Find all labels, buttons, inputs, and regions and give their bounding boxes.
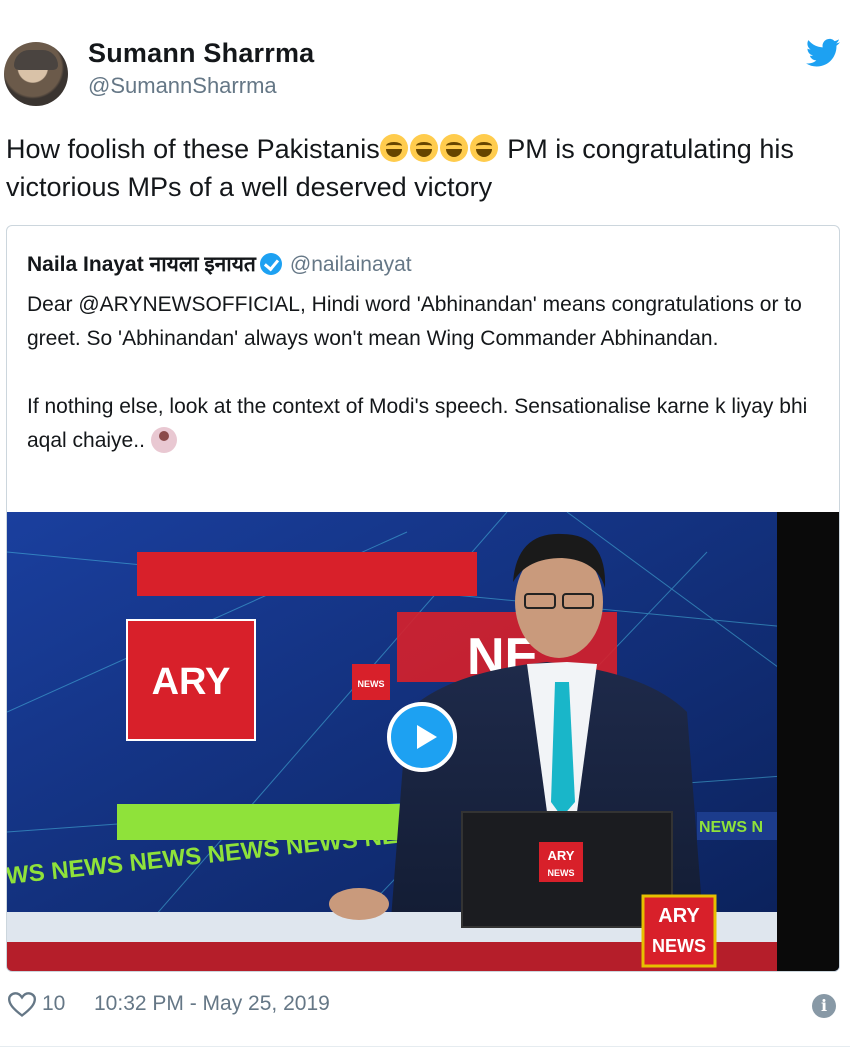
quoted-tweet-text: Dear @ARYNEWSOFFICIAL, Hindi word 'Abhin…	[27, 288, 827, 458]
right-ticker: NEWS N	[699, 819, 763, 836]
ary-logo-text: ARY	[152, 661, 231, 703]
laughing-emoji-icon	[379, 134, 408, 162]
author-display-name[interactable]: Sumann Sharrma	[88, 38, 314, 69]
heart-icon[interactable]	[8, 992, 36, 1018]
quoted-paragraph-2-text: If nothing else, look at the context of …	[27, 395, 808, 452]
author-handle[interactable]: @SumannSharrma	[88, 73, 277, 99]
facepalm-emoji-icon	[150, 427, 177, 453]
twitter-bird-icon[interactable]	[806, 38, 840, 68]
quoted-paragraph-2: If nothing else, look at the context of …	[27, 390, 827, 458]
quoted-author-handle[interactable]: @nailainayat	[290, 253, 412, 276]
laptop-logo-top: ARY	[548, 848, 575, 863]
like-count[interactable]: 10	[42, 992, 65, 1016]
tweet-text-start: How foolish of these Pakistanis	[6, 134, 380, 164]
laughing-emoji-icon	[439, 134, 468, 162]
avatar[interactable]	[4, 42, 68, 106]
laptop-logo-bottom: NEWS	[548, 868, 575, 878]
corner-logo-top: ARY	[658, 905, 700, 927]
quoted-tweet-header: Naila Inayat नायला इनायत @nailainayat	[27, 250, 412, 278]
red-banner	[137, 552, 477, 596]
anchor-hand	[329, 888, 389, 920]
info-icon[interactable]: i	[812, 994, 836, 1018]
video-player[interactable]: ARY NEWS NE WS NEWS NEWS NEWS NEWS NE NE…	[7, 512, 839, 971]
tweet-timestamp[interactable]: 10:32 PM - May 25, 2019	[94, 992, 330, 1016]
quoted-tweet-card[interactable]: Naila Inayat नायला इनायत @nailainayat Dea…	[6, 225, 840, 972]
quoted-author-name[interactable]: Naila Inayat नायला इनायत	[27, 253, 256, 276]
quoted-paragraph-1: Dear @ARYNEWSOFFICIAL, Hindi word 'Abhin…	[27, 293, 802, 350]
divider	[0, 1046, 850, 1047]
corner-logo-bottom: NEWS	[652, 936, 706, 956]
screen-edge	[777, 512, 839, 971]
play-button-icon[interactable]	[387, 702, 457, 772]
tweet-text: How foolish of these Pakistanis PM is co…	[6, 130, 836, 206]
crying-laughing-emoji-icon	[469, 134, 498, 162]
verified-badge-icon	[259, 253, 282, 275]
crying-laughing-emoji-icon	[409, 134, 438, 162]
tweet-header: Sumann Sharrma @SumannSharrma	[0, 0, 850, 120]
small-news-badge-text: NEWS	[358, 679, 385, 689]
tweet-footer: 10 10:32 PM - May 25, 2019 i	[0, 975, 850, 1035]
